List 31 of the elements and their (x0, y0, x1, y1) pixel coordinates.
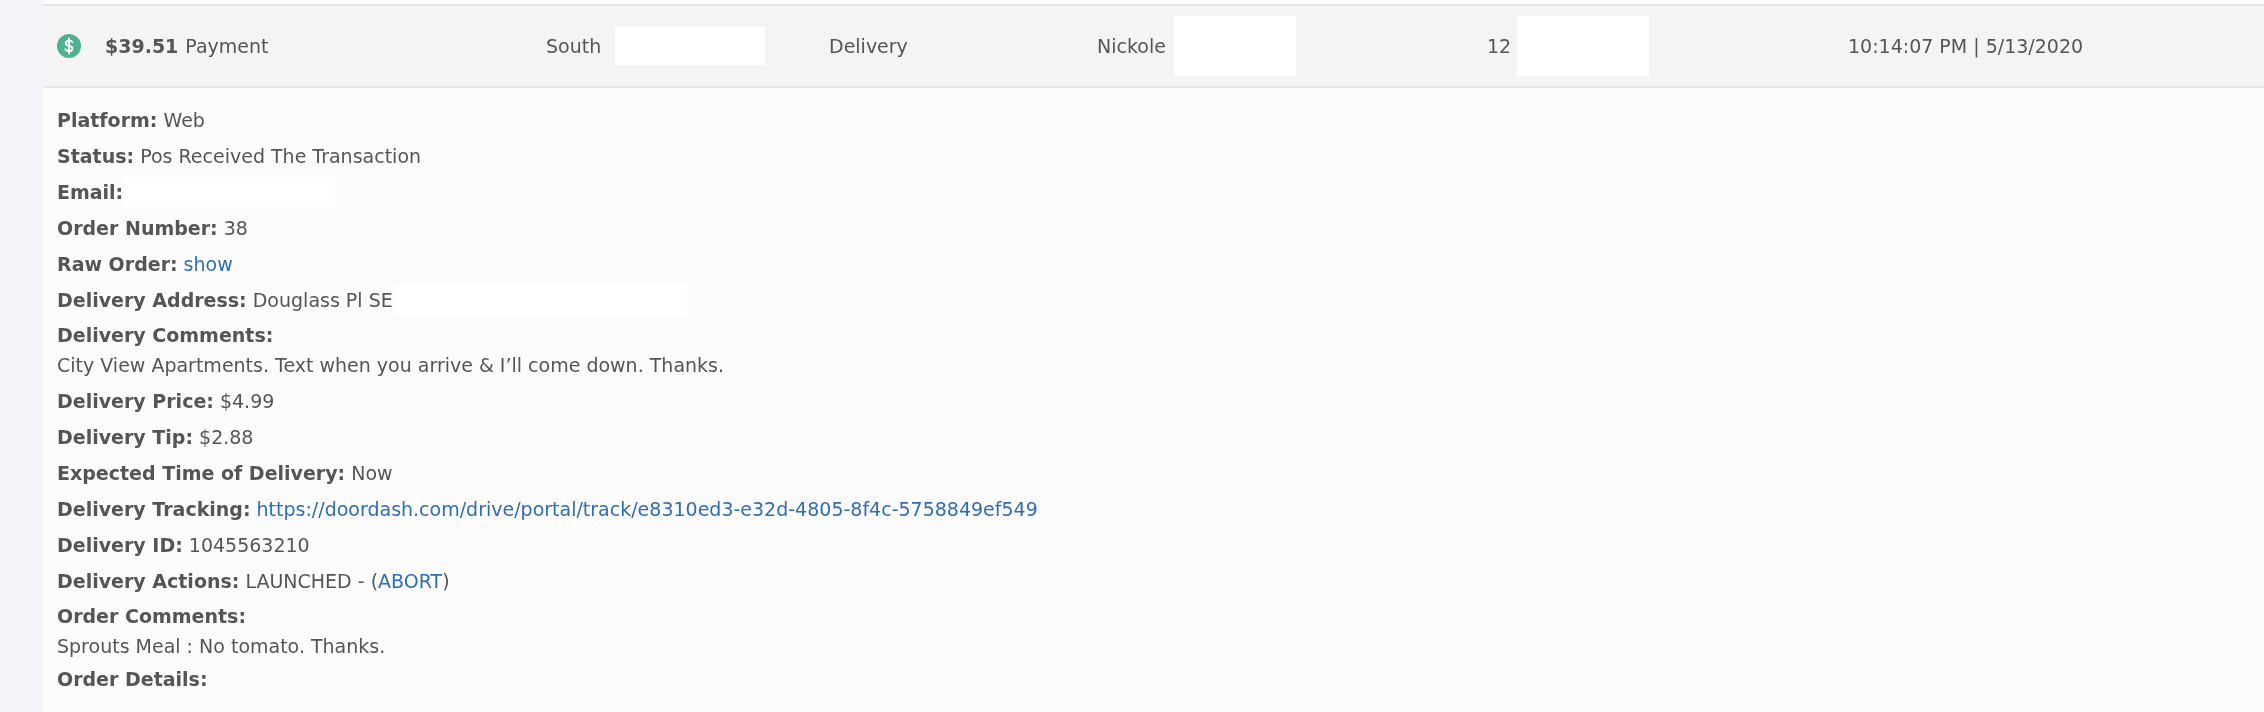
detail-label: Raw Order: (57, 253, 178, 275)
order-row[interactable]: $39.51 Payment South Delivery Nickole 12 10:14:07 PM | 5/13/2020 (43, 4, 2264, 88)
detail-link[interactable]: https://doordash.com/drive/portal/track/e8310ed3-e32d-4805-8f4c-5758849ef549 (256, 498, 1038, 520)
detail-text: Sprouts Meal : No tomato. Thanks. (57, 634, 387, 659)
abort-link[interactable]: ABORT (378, 570, 443, 592)
order-time: 10:14:07 PM | 5/13/2020 (1848, 35, 2084, 57)
detail-text: Delivery Price: $4.99 (57, 390, 275, 412)
dollar-icon (57, 34, 81, 58)
detail-text: City View Apartments. Text when you arrive & I’ll come down. Thanks. (57, 353, 725, 378)
detail-text: Email: (57, 181, 124, 203)
detail-label: Order Comments: (57, 604, 247, 629)
detail-label: Delivery Actions: (57, 570, 240, 592)
order-type: Payment (185, 35, 269, 57)
detail-text: Order Number: 38 (57, 217, 248, 239)
detail-link[interactable]: show (183, 253, 233, 275)
detail-text: Status: Pos Received The Transaction (57, 145, 422, 167)
detail-text: ) (442, 570, 450, 592)
detail-text: Delivery Address: Douglass Pl SE (57, 289, 393, 311)
detail-text: LAUNCHED - ( (245, 570, 379, 592)
detail-label: Delivery Comments: (57, 323, 275, 348)
detail-label: Delivery Tracking: (57, 498, 251, 520)
order-amount: $39.51 (105, 35, 179, 57)
phone-number: 12 (1487, 35, 1512, 57)
detail-text: Delivery ID: 1045563210 (57, 534, 310, 556)
customer-name: Nickole (1097, 35, 1166, 57)
detail-text: Delivery Tip: $2.88 (57, 426, 254, 448)
section-heading: Order Details: (57, 668, 208, 690)
store-location: South (546, 35, 602, 57)
service-type: Delivery (829, 35, 908, 57)
detail-text: Expected Time of Delivery: Now (57, 462, 393, 484)
detail-text: Platform: Web (57, 109, 205, 131)
